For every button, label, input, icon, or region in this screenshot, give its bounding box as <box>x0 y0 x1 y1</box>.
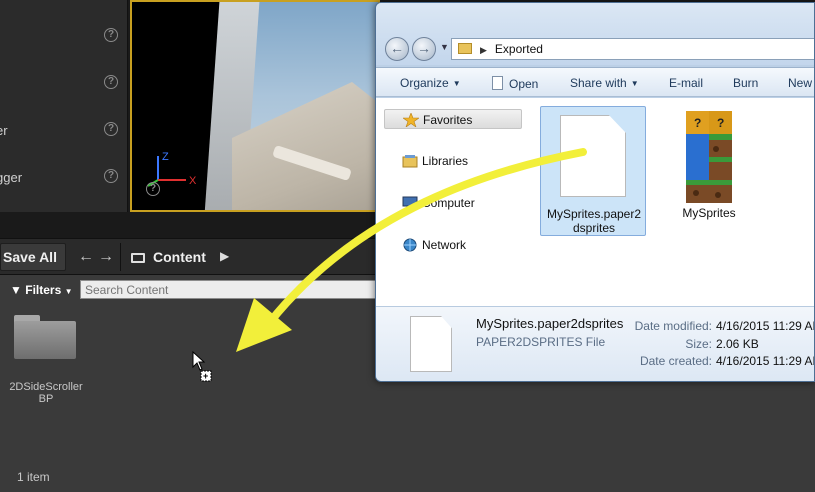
save-all-button[interactable]: Save All <box>0 243 66 271</box>
address-folder[interactable]: Exported <box>495 42 543 56</box>
file-name-line: MySprites <box>682 206 736 220</box>
date-created-value: 4/16/2015 11:29 AM <box>716 354 815 368</box>
svg-text:?: ? <box>717 116 724 130</box>
navigation-pane: Favorites Libraries Computer Network <box>376 98 526 306</box>
explorer-titlebar: ← → ▼ ▶ Exported <box>376 3 814 65</box>
explorer-window: ← → ▼ ▶ Exported Organize ▼ Open Share wit… <box>375 2 815 382</box>
date-modified-value: 4/16/2015 11:29 AM <box>716 319 815 333</box>
email-button[interactable]: E-mail <box>669 76 703 90</box>
help-icon[interactable]: ? <box>104 75 118 89</box>
computer-icon <box>402 196 418 209</box>
breadcrumb-separator-icon[interactable]: ▶ <box>480 45 487 55</box>
content-browser-toolbar: Save All ← → Content ▶ <box>0 238 380 274</box>
folder-icon <box>14 315 76 361</box>
details-panel: ? ? er ? gger ? <box>0 0 128 212</box>
details-row: er ? <box>0 116 128 146</box>
forward-button[interactable]: → <box>412 37 436 61</box>
new-folder-button[interactable]: New <box>788 76 812 90</box>
filters-button[interactable]: ▼ Filters ▼ <box>10 280 73 300</box>
search-content-input[interactable] <box>80 280 380 299</box>
organize-button[interactable]: Organize ▼ <box>400 76 461 90</box>
date-modified-label: Date modified: <box>634 319 712 333</box>
document-icon <box>492 76 503 90</box>
document-icon <box>560 115 626 197</box>
nav-computer[interactable]: Computer <box>384 193 522 213</box>
document-icon <box>410 316 452 372</box>
svg-text:?: ? <box>694 116 701 130</box>
file-name-line: dsprites <box>572 221 616 235</box>
folder-icon <box>458 43 472 54</box>
share-with-button[interactable]: Share with ▼ <box>570 76 639 90</box>
back-arrow-icon[interactable]: ← <box>78 248 94 266</box>
details-row-label: gger <box>0 170 23 185</box>
nav-network[interactable]: Network <box>384 235 522 255</box>
libraries-icon <box>402 155 418 168</box>
network-icon <box>403 238 417 252</box>
details-file-name: MySprites.paper2dsprites <box>476 316 624 331</box>
forward-arrow-icon[interactable]: → <box>98 248 114 266</box>
recent-pages-dropdown-icon[interactable]: ▼ <box>440 42 449 52</box>
burn-button[interactable]: Burn <box>733 76 758 90</box>
help-icon[interactable]: ? <box>104 122 118 136</box>
date-created-label: Date created: <box>639 354 712 368</box>
folder-tile[interactable]: 2DSideScroller BP <box>8 313 84 413</box>
back-button[interactable]: ← <box>385 37 409 61</box>
help-icon[interactable]: ? <box>104 28 118 42</box>
folder-label: 2DSideScroller BP <box>9 381 83 405</box>
file-item[interactable]: ? ? MySprites <box>664 106 754 236</box>
size-value: 2.06 KB <box>716 337 759 351</box>
file-item-selected[interactable]: MySprites.paper2 dsprites <box>540 106 646 236</box>
level-viewport[interactable]: Z X ? <box>130 0 380 212</box>
details-row: gger ? <box>0 163 128 193</box>
path-chevron-icon[interactable]: ▶ <box>220 249 229 263</box>
axis-z-label: Z <box>162 151 169 163</box>
size-label: Size: <box>685 337 712 351</box>
help-icon[interactable]: ? <box>104 169 118 183</box>
details-file-type: PAPER2DSPRITES File <box>476 335 606 349</box>
open-button[interactable]: Open <box>492 76 538 91</box>
address-bar[interactable]: ▶ Exported <box>451 38 814 60</box>
chevron-down-icon: ▼ <box>64 287 73 296</box>
sprite-sheet-thumbnail-icon: ? ? <box>686 111 732 203</box>
file-name-line: MySprites.paper2 <box>546 207 642 221</box>
path-label: Content <box>153 249 206 265</box>
details-row-label: er <box>0 123 8 138</box>
filters-label: Filters <box>25 283 62 297</box>
details-row: ? <box>0 69 128 99</box>
axis-x-label: X <box>189 175 197 187</box>
nav-favorites[interactable]: Favorites <box>384 109 522 129</box>
svg-text:+: + <box>203 371 208 381</box>
folder-icon <box>131 253 145 263</box>
item-count: 1 item <box>17 470 50 484</box>
details-row: ? <box>0 22 128 52</box>
nav-libraries[interactable]: Libraries <box>384 151 522 171</box>
help-icon[interactable]: ? <box>146 182 160 196</box>
drag-copy-cursor-icon: + <box>192 351 212 382</box>
file-list: MySprites.paper2 dsprites ? ? MySprites <box>526 98 814 306</box>
details-pane: MySprites.paper2dsprites PAPER2DSPRITES … <box>376 306 815 381</box>
star-icon <box>403 113 419 127</box>
filter-icon: ▼ <box>10 283 22 297</box>
command-bar: Organize ▼ Open Share with ▼ E-mail Burn N… <box>376 67 814 97</box>
